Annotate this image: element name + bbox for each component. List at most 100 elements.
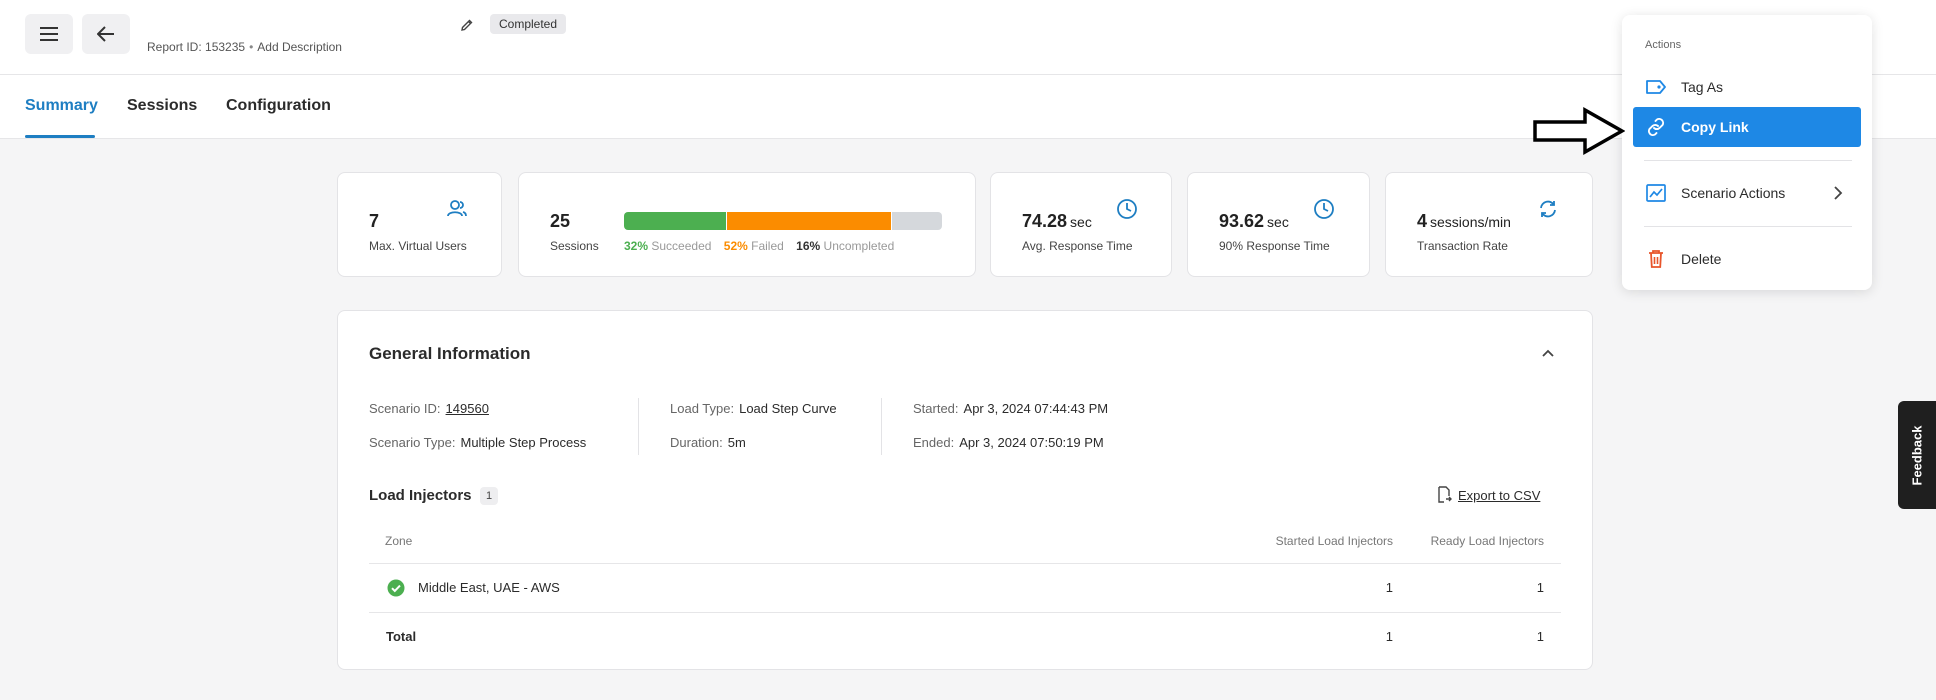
unit: sessions/min (1430, 214, 1511, 230)
stat-value: 93.62 sec (1219, 211, 1289, 232)
field-value: 5m (727, 435, 746, 450)
edit-title-button[interactable] (457, 15, 477, 35)
annotation-arrow-icon (1533, 106, 1625, 156)
total-ready-cell: 1 (1536, 629, 1544, 644)
stat-value: 74.28 sec (1022, 211, 1092, 232)
progress-segment-uncompleted (891, 212, 942, 230)
menu-item-label: Scenario Actions (1681, 185, 1786, 201)
zone-cell: Middle East, UAE - AWS (418, 580, 560, 595)
scenario-type-field: Scenario Type: Multiple Step Process (369, 435, 586, 450)
menu-item-delete[interactable]: Delete (1633, 239, 1861, 279)
check-circle-icon (387, 579, 405, 597)
breakdown-succeeded: 32% Succeeded (624, 239, 711, 253)
pct-label: Uncompleted (823, 239, 895, 253)
tab-summary[interactable]: Summary (25, 97, 98, 115)
stat-label: 90% Response Time (1219, 239, 1330, 253)
tab-sessions[interactable]: Sessions (127, 97, 197, 115)
general-info-card (337, 310, 1593, 670)
field-label: Started: (913, 401, 959, 416)
tab-configuration[interactable]: Configuration (226, 97, 331, 115)
trash-icon (1649, 250, 1663, 268)
back-button[interactable] (82, 14, 130, 54)
refresh-icon (1536, 197, 1560, 221)
menu-item-copy-link[interactable]: Copy Link (1633, 107, 1861, 147)
menu-item-label: Delete (1681, 251, 1722, 267)
column-divider (638, 398, 639, 455)
field-value: Load Step Curve (739, 401, 837, 416)
pct-value: 52% (723, 239, 748, 253)
progress-segment-succeeded (624, 212, 726, 230)
started-cell: 1 (1385, 580, 1393, 595)
export-file-icon (1438, 486, 1452, 503)
menu-item-label: Copy Link (1681, 119, 1749, 135)
stat-card-virtual-users: 7 Max. Virtual Users (337, 172, 502, 277)
field-label: Load Type: (670, 401, 735, 416)
menu-item-tag-as[interactable]: Tag As (1633, 67, 1861, 107)
column-divider (881, 398, 882, 455)
sessions-progress-bar (624, 212, 942, 230)
actions-menu-title: Actions (1645, 39, 1682, 51)
sessions-breakdown: 32% Succeeded 52% Failed 16% Uncompleted (624, 239, 903, 253)
stat-card-avg-response: 74.28 sec Avg. Response Time (990, 172, 1172, 277)
stat-card-transaction-rate: 4 sessions/min Transaction Rate (1385, 172, 1593, 277)
actions-menu: Actions Tag As Copy Link Scenario Action… (1622, 15, 1872, 290)
export-csv-label: Export to CSV (1458, 487, 1541, 503)
column-header-started: Started Load Injectors (1275, 534, 1393, 548)
ready-cell: 1 (1536, 580, 1544, 595)
field-value: Multiple Step Process (460, 435, 587, 450)
unit: sec (1070, 214, 1092, 230)
load-injectors-title: Load Injectors (369, 487, 472, 504)
stat-card-sessions: 25 Sessions 32% Succeeded 52% Failed 16%… (518, 172, 976, 277)
field-label: Ended: (913, 435, 955, 450)
pct-label: Succeeded (651, 239, 712, 253)
breakdown-failed: 52% Failed (724, 239, 784, 253)
stat-value: 25 (550, 211, 571, 231)
general-info-title: General Information (369, 344, 531, 363)
progress-segment-failed (725, 212, 892, 230)
unit: sec (1267, 214, 1289, 230)
tag-icon (1646, 80, 1666, 94)
feedback-tab[interactable]: Feedback (1898, 401, 1936, 509)
field-label: Scenario ID: (369, 401, 441, 416)
field-label: Scenario Type: (369, 435, 456, 450)
menu-divider (1644, 160, 1852, 161)
chart-icon (1646, 184, 1666, 202)
users-icon (445, 197, 469, 221)
stat-card-p90-response: 93.62 sec 90% Response Time (1187, 172, 1370, 277)
table-divider (369, 563, 1561, 564)
menu-item-label: Tag As (1681, 79, 1724, 95)
total-started-cell: 1 (1385, 629, 1393, 644)
stat-label: Sessions (550, 239, 599, 253)
started-field: Started: Apr 3, 2024 07:44:43 PM (913, 401, 1108, 416)
value: 93.62 (1219, 211, 1265, 231)
meta-separator: • (249, 40, 254, 54)
breakdown-uncompleted: 16% Uncompleted (796, 239, 894, 253)
stat-label: Max. Virtual Users (369, 239, 467, 253)
collapse-section-button[interactable] (1539, 345, 1557, 363)
pencil-icon (461, 19, 473, 31)
scenario-id-field: Scenario ID: 149560 (369, 401, 489, 416)
field-value: Apr 3, 2024 07:50:19 PM (959, 435, 1104, 450)
status-badge: Completed (490, 14, 567, 34)
chevron-right-icon (1834, 186, 1843, 200)
stat-value: 7 (369, 211, 380, 231)
stat-value: 4 sessions/min (1417, 211, 1511, 232)
clock-icon (1312, 197, 1336, 221)
value: 4 (1417, 211, 1428, 231)
ended-field: Ended: Apr 3, 2024 07:50:19 PM (913, 435, 1104, 450)
hamburger-menu-button[interactable] (25, 14, 73, 54)
menu-icon (40, 27, 58, 41)
report-meta: Report ID: 153235 • Add Description (147, 40, 342, 54)
pct-value: 32% (624, 239, 649, 253)
column-header-zone: Zone (385, 534, 413, 548)
column-header-ready: Ready Load Injectors (1430, 534, 1544, 548)
field-label: Duration: (670, 435, 723, 450)
menu-item-scenario-actions[interactable]: Scenario Actions (1633, 173, 1861, 213)
link-icon (1648, 118, 1664, 136)
export-csv-link[interactable]: Export to CSV (1436, 486, 1540, 504)
total-label: Total (386, 629, 417, 644)
clock-icon (1115, 197, 1139, 221)
scenario-id-link[interactable]: 149560 (446, 401, 489, 416)
stat-label: Transaction Rate (1417, 239, 1508, 253)
add-description-link[interactable]: Add Description (257, 40, 342, 54)
